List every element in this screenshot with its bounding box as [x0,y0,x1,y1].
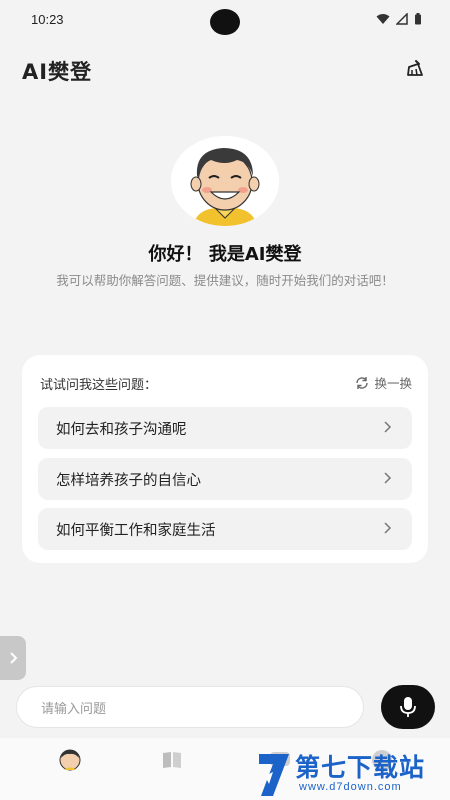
chevron-right-icon [384,522,392,534]
camera-notch [210,9,240,35]
refresh-suggestions-button[interactable]: 换一换 [355,373,412,392]
refresh-label: 换一换 [374,376,412,391]
assistant-avatar [171,136,279,226]
side-expand-tab[interactable] [0,636,26,680]
wifi-icon [376,14,390,24]
status-time: 10:23 [31,12,64,27]
nav-item-books[interactable] [160,748,184,772]
signal-icon [396,13,408,25]
watermark-title: 第七下载站 [295,753,426,782]
suggestion-card: 试试问我这些问题： 换一换 如何去和孩子沟通呢 怎样培养孩子的自信心 如何平衡工… [22,355,428,563]
suggested-question[interactable]: 如何平衡工作和家庭生活 [38,508,412,550]
microphone-icon [400,697,416,717]
voice-input-button[interactable] [381,685,435,729]
clear-chat-button[interactable] [404,58,426,80]
broom-icon [407,60,423,76]
status-bar: 10:23 [0,0,450,42]
chevron-right-icon [384,421,392,433]
refresh-icon [356,376,369,389]
watermark-logo-icon [259,754,289,796]
watermark-url: www.d7down.com [299,781,402,793]
question-text: 怎样培养孩子的自信心 [56,472,201,489]
site-watermark: 第七下载站 www.d7down.com [255,746,450,800]
input-placeholder: 请输入问题 [41,701,107,717]
chevron-right-icon [10,652,18,664]
status-icons [376,13,422,25]
question-input[interactable]: 请输入问题 [16,686,364,728]
intro-text: 我可以帮助你解答问题、提供建议，随时开始我们的对话吧！ [56,273,394,288]
question-text: 如何平衡工作和家庭生活 [56,522,216,539]
book-icon [163,752,181,768]
cartoon-face-icon [171,136,279,226]
app-title: AI樊登 [22,60,93,84]
suggested-question[interactable]: 如何去和孩子沟通呢 [38,407,412,449]
question-text: 如何去和孩子沟通呢 [56,421,187,438]
nav-item-assistant[interactable] [58,748,82,772]
chevron-right-icon [384,472,392,484]
battery-icon [415,13,421,25]
avatar-icon [59,749,81,771]
suggestion-heading: 试试问我这些问题： [40,378,158,393]
greeting-title: 你好！ 我是AI樊登 [148,244,302,265]
suggested-question[interactable]: 怎样培养孩子的自信心 [38,458,412,500]
app-header: AI樊登 [0,48,450,92]
